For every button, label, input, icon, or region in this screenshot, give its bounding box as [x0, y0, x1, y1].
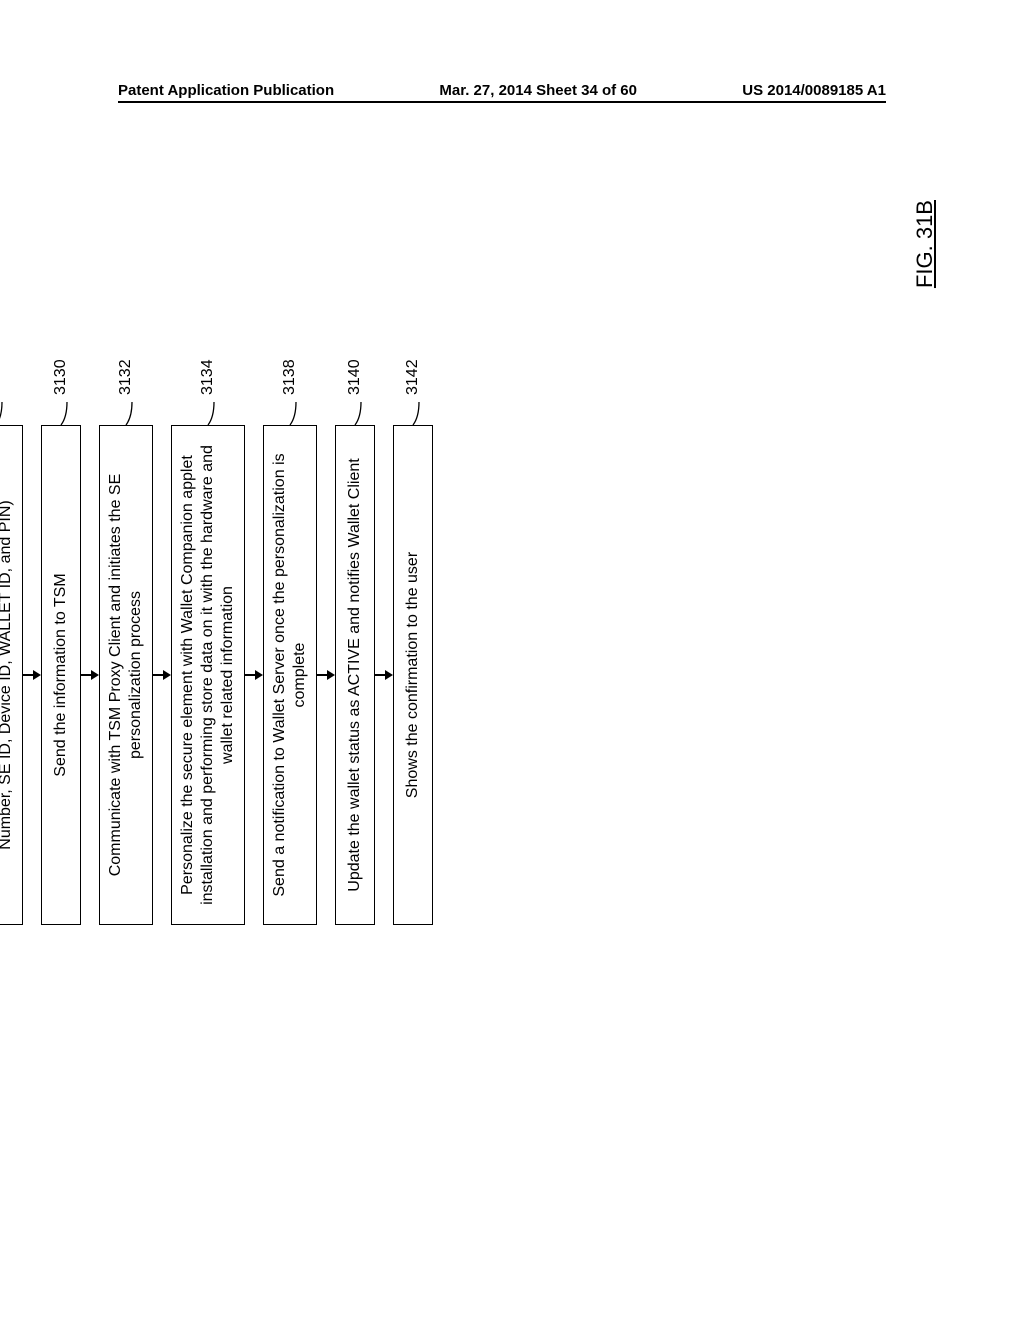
flow-step: Communicate with TSM Proxy Client and in… — [99, 425, 153, 925]
flow-step: Send a notification to Wallet Server onc… — [263, 425, 317, 925]
step-reference-number: 3138 — [281, 359, 299, 395]
step-reference-number: 3130 — [52, 359, 70, 395]
flowchart-column: X Show a message to the user that Wallet… — [0, 415, 433, 935]
flow-step: Send the information to TSM 3130 — [41, 425, 81, 925]
flow-step-text: Personalize the secure element with Wall… — [178, 438, 238, 912]
reference-leader-icon — [0, 397, 4, 427]
pub-label: Patent Application Publication — [118, 82, 334, 99]
flow-step-text: Shows the confirmation to the user — [403, 552, 423, 798]
reference-leader-icon — [53, 397, 69, 427]
step-reference-number: 3140 — [346, 359, 364, 395]
flow-step-box: Update the wallet status as ACTIVE and n… — [335, 425, 375, 925]
flow-step-box: Personalize the secure element with Wall… — [171, 425, 245, 925]
reference-leader-icon — [347, 397, 363, 427]
step-reference-number: 3142 — [404, 359, 422, 395]
flow-step: Personalize the secure element with Wall… — [171, 425, 245, 925]
flowchart-rotated-wrapper: 3100 FIG. 31B X Show a message to the us… — [0, 280, 1024, 1070]
reference-leader-icon — [200, 397, 216, 427]
flow-step: Send a request to TSM through ESB with U… — [0, 425, 23, 925]
flow-step-text: Update the wallet status as ACTIVE and n… — [345, 458, 365, 891]
flow-step-box: Send the information to TSM — [41, 425, 81, 925]
flow-step-box: Communicate with TSM Proxy Client and in… — [99, 425, 153, 925]
step-reference-number: 3128 — [0, 359, 5, 395]
date-sheet: Mar. 27, 2014 Sheet 34 of 60 — [439, 82, 637, 99]
flow-step-text: Communicate with TSM Proxy Client and in… — [106, 438, 146, 912]
flow-step-text: Send a request to TSM through ESB with U… — [0, 438, 16, 912]
reference-leader-icon — [118, 397, 134, 427]
flow-step-box: Send a request to TSM through ESB with U… — [0, 425, 23, 925]
pub-number: US 2014/0089185 A1 — [742, 82, 886, 99]
figure-number-label: FIG. 31B — [912, 200, 938, 288]
step-reference-number: 3134 — [199, 359, 217, 395]
flow-step: Update the wallet status as ACTIVE and n… — [335, 425, 375, 925]
step-reference-number: 3132 — [117, 359, 135, 395]
flow-step-box: Shows the confirmation to the user — [393, 425, 433, 925]
reference-leader-icon — [405, 397, 421, 427]
page-header: Patent Application Publication Mar. 27, … — [118, 82, 886, 103]
reference-leader-icon — [282, 397, 298, 427]
flow-step-text: Send a notification to Wallet Server onc… — [270, 438, 310, 912]
flow-step: Shows the confirmation to the user 3142 — [393, 425, 433, 925]
flow-step-box: Send a notification to Wallet Server onc… — [263, 425, 317, 925]
flow-step-text: Send the information to TSM — [51, 573, 71, 776]
